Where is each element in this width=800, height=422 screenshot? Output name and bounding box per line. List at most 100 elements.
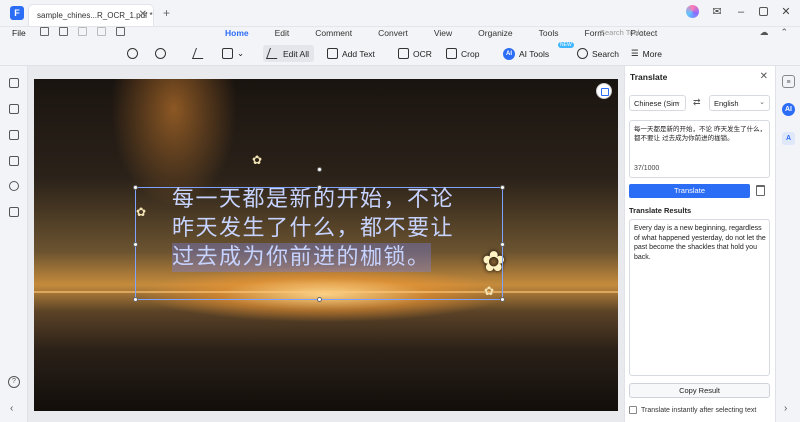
result-text-area[interactable]: Every day is a new beginning, regardless… (629, 219, 770, 376)
search-tools-input[interactable]: Search Tools (600, 28, 643, 37)
undo-icon[interactable] (78, 27, 87, 36)
share-icon[interactable] (116, 27, 125, 36)
search-label: Search (592, 48, 619, 59)
edit-icon (265, 48, 282, 59)
pdf-page[interactable]: ✿ ✿ ✿ ✿ 每一天都是新的开始，不论 昨天发生了什么，都不要让 过去成为你前… (34, 79, 618, 411)
home-toolbar: ⌄ Edit All Add Text OCR Crop AI AI Tools… (0, 41, 800, 66)
bookmark-icon[interactable] (9, 104, 19, 114)
tab-close-icon[interactable]: ✕ (139, 9, 147, 20)
chevron-down-icon: ⌄ (759, 99, 765, 106)
new-badge: NEW (558, 42, 574, 48)
selected-text-line[interactable]: 过去成为你前进的枷锁。 (172, 243, 431, 272)
ai-tools-button[interactable]: AI AI Tools (503, 45, 549, 62)
results-label: Translate Results (629, 206, 692, 215)
save-icon[interactable] (40, 27, 49, 36)
redo-icon[interactable] (97, 27, 106, 36)
resize-handle[interactable] (133, 297, 138, 302)
menu-bar: File Home Edit Comment Convert View Orga… (0, 27, 800, 44)
properties-icon[interactable]: ≡ (782, 75, 795, 88)
chevron-down-icon: ⌄ (237, 48, 245, 58)
cloud-icon[interactable]: ☁ (759, 27, 768, 38)
new-tab-icon[interactable]: + (163, 6, 170, 20)
translate-panel: Translate ✕ Chinese (Sim ⌄ ⇄ English ⌄ 每… (624, 66, 775, 422)
instant-translate-label: Translate instantly after selecting text (641, 406, 757, 414)
expand-panel-icon[interactable]: › (784, 403, 787, 414)
minimize-button[interactable]: – (735, 6, 747, 18)
tab-view[interactable]: View (421, 28, 465, 41)
zoom-in-button[interactable] (155, 45, 166, 62)
tab-convert[interactable]: Convert (365, 28, 421, 41)
attachment-icon[interactable] (9, 156, 19, 166)
source-text: 每一天都是新的开始，不论 昨天发生了什么，都不要让 过去成为你前进的枷锁。 (634, 125, 767, 142)
mail-icon[interactable]: ✉ (711, 5, 723, 18)
shape-button[interactable]: ⌄ (222, 45, 244, 62)
help-icon[interactable]: ? (8, 376, 20, 388)
resize-handle[interactable] (133, 185, 138, 190)
zoom-out-button[interactable] (127, 45, 138, 62)
search-panel-icon[interactable] (9, 181, 19, 191)
page-ocr-icon[interactable] (596, 83, 612, 99)
highlight-button[interactable] (191, 45, 208, 62)
instant-translate-option[interactable]: Translate instantly after selecting text (629, 406, 756, 414)
rectangle-icon (222, 48, 233, 59)
swap-languages-icon[interactable]: ⇄ (693, 97, 701, 108)
layers-icon[interactable] (9, 207, 19, 217)
ocr-label: OCR (413, 48, 432, 59)
quick-access-toolbar (40, 27, 125, 36)
source-language-select[interactable]: Chinese (Sim ⌄ (629, 95, 686, 111)
left-sidebar: ? ‹ (0, 66, 28, 422)
rotate-handle[interactable] (317, 167, 322, 172)
text-line[interactable]: 每一天都是新的开始，不论 (172, 185, 492, 214)
translate-icon[interactable]: A (782, 132, 795, 145)
tab-edit[interactable]: Edit (262, 28, 303, 41)
resize-handle[interactable] (500, 242, 505, 247)
file-menu[interactable]: File (12, 28, 26, 38)
app-logo-icon: F (10, 6, 24, 20)
edit-all-button[interactable]: Edit All (263, 45, 314, 62)
resize-handle[interactable] (500, 185, 505, 190)
source-language-value: Chinese (Sim (634, 99, 680, 108)
add-text-button[interactable]: Add Text (327, 45, 375, 62)
text-line[interactable]: 昨天发生了什么，都不要让 (172, 214, 492, 243)
ai-assistant-icon[interactable]: AI (782, 103, 795, 116)
text-box-icon (327, 48, 338, 59)
target-language-select[interactable]: English ⌄ (709, 95, 770, 111)
collapse-ribbon-icon[interactable]: ⌃ (780, 27, 788, 38)
crop-icon (446, 48, 457, 59)
copy-result-button[interactable]: Copy Result (629, 383, 770, 398)
trash-icon[interactable] (756, 185, 765, 196)
ocr-icon (398, 48, 409, 59)
result-text: Every day is a new beginning, regardless… (634, 225, 766, 261)
instant-translate-checkbox[interactable] (629, 406, 637, 414)
tab-organize[interactable]: Organize (465, 28, 526, 41)
collapse-sidebar-icon[interactable]: ‹ (10, 403, 13, 414)
thumbnails-icon[interactable] (9, 78, 19, 88)
resize-handle[interactable] (317, 297, 322, 302)
search-button[interactable]: Search (577, 45, 619, 62)
maximize-button[interactable] (759, 7, 768, 16)
more-button[interactable]: ☰ More (631, 45, 662, 62)
avatar[interactable] (686, 5, 699, 18)
highlighter-icon (191, 48, 208, 59)
window-controls: ✉ – ✕ (686, 5, 792, 18)
tab-tools[interactable]: Tools (526, 28, 572, 41)
resize-handle[interactable] (500, 297, 505, 302)
print-icon[interactable] (59, 27, 68, 36)
panel-title: Translate (630, 72, 668, 82)
document-text-block[interactable]: 每一天都是新的开始，不论 昨天发生了什么，都不要让 过去成为你前进的枷锁。 (172, 185, 492, 272)
ocr-button[interactable]: OCR (398, 45, 432, 62)
source-text-area[interactable]: 每一天都是新的开始，不论 昨天发生了什么，都不要让 过去成为你前进的枷锁。 37… (629, 120, 770, 178)
close-window-button[interactable]: ✕ (780, 5, 792, 18)
target-language-value: English (714, 99, 739, 108)
zoom-out-icon (127, 48, 138, 59)
resize-handle[interactable] (133, 242, 138, 247)
document-tab-title: sample_chines...R_OCR_1.pdf * (37, 11, 153, 20)
flower-icon: ✿ (252, 153, 263, 167)
crop-button[interactable]: Crop (446, 45, 479, 62)
translate-button[interactable]: Translate (629, 184, 750, 198)
document-tab[interactable]: sample_chines...R_OCR_1.pdf * ✕ (28, 4, 154, 26)
comment-icon[interactable] (9, 130, 19, 140)
tab-home[interactable]: Home (212, 28, 262, 44)
tab-comment[interactable]: Comment (302, 28, 365, 41)
close-panel-icon[interactable]: ✕ (760, 71, 768, 82)
